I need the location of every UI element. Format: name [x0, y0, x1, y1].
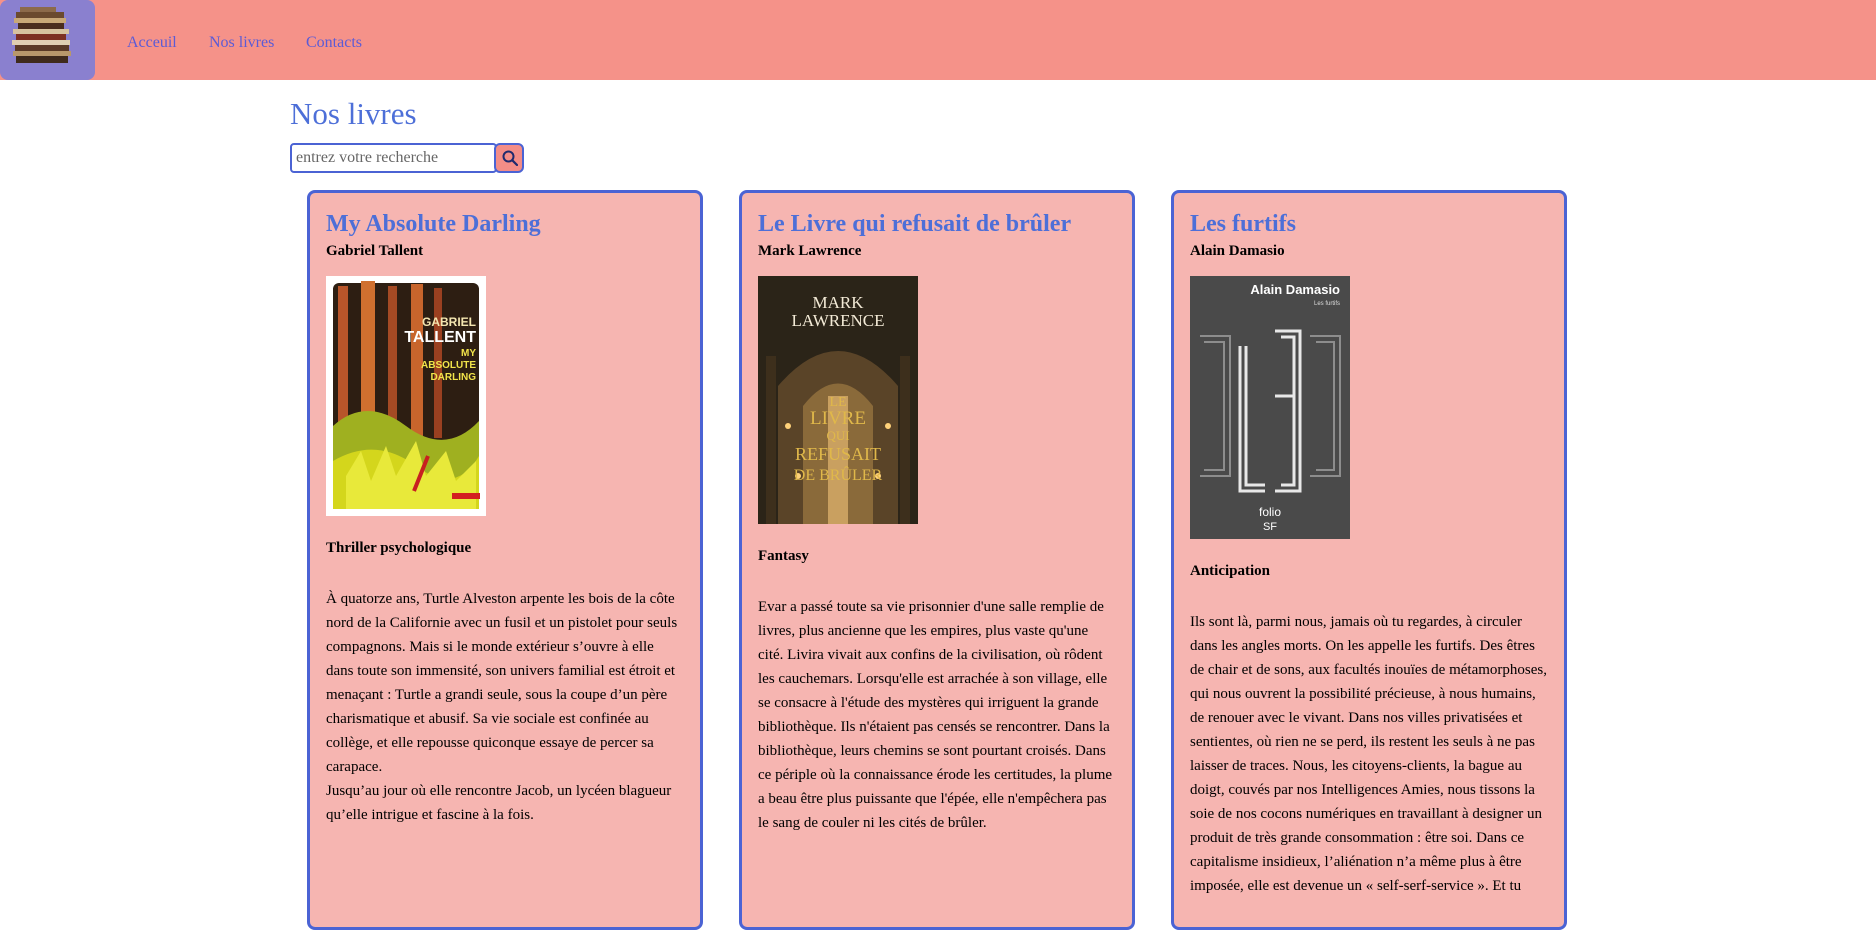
book-description: À quatorze ans, Turtle Alveston arpente … — [326, 591, 678, 775]
search-button[interactable] — [494, 143, 524, 173]
book-description: Evar a passé toute sa vie prisonnier d'u… — [758, 599, 1113, 831]
book-description: Ils sont là, parmi nous, jamais où tu re… — [1190, 614, 1547, 894]
svg-text:REFUSAIT: REFUSAIT — [795, 444, 881, 464]
svg-text:MARK: MARK — [812, 293, 864, 312]
svg-text:DARLING: DARLING — [430, 372, 476, 383]
svg-text:Les furtifs: Les furtifs — [1314, 301, 1340, 307]
book-genre: Thriller psychologique — [326, 540, 472, 556]
book-author: Alain Damasio — [1190, 243, 1285, 259]
book-card: My Absolute Darling Gabriel Tallent GABR… — [307, 190, 703, 930]
svg-text:folio: folio — [1259, 505, 1281, 519]
book-card: Les furtifs Alain Damasio Alain Damasio … — [1171, 190, 1567, 930]
book-cover: MARK LAWRENCE LE LIVRE QUI REFUSAIT DE B… — [758, 276, 1116, 529]
book-title[interactable]: My Absolute Darling — [326, 209, 684, 239]
search-icon — [502, 150, 518, 166]
svg-text:DE BRÛLER: DE BRÛLER — [794, 465, 883, 484]
book-card: Le Livre qui refusait de brûler Mark Law… — [739, 190, 1135, 930]
svg-text:ABSOLUTE: ABSOLUTE — [421, 360, 476, 371]
book-stack-icon — [12, 7, 71, 63]
book-genre: Fantasy — [758, 548, 809, 564]
book-cover: Alain Damasio Les furtifs folio SF — [1190, 276, 1548, 544]
svg-text:QUI: QUI — [826, 428, 849, 443]
navbar: Acceuil Nos livres Contacts — [0, 0, 1876, 80]
svg-text:LAWRENCE: LAWRENCE — [791, 311, 884, 330]
site-logo[interactable] — [0, 0, 95, 80]
svg-text:GABRIEL: GABRIEL — [422, 315, 476, 329]
book-genre: Anticipation — [1190, 563, 1271, 579]
svg-text:LIVRE: LIVRE — [810, 408, 866, 429]
page-title: Nos livres — [290, 96, 417, 131]
book-title[interactable]: Les furtifs — [1190, 209, 1548, 239]
svg-text:TALLENT: TALLENT — [404, 329, 476, 346]
book-description-continued: Jusqu’au jour où elle rencontre Jacob, u… — [326, 783, 672, 823]
svg-text:MY: MY — [461, 348, 476, 359]
search-input[interactable] — [290, 143, 497, 173]
book-cover: GABRIEL TALLENT MY ABSOLUTE DARLING — [326, 276, 684, 521]
book-author: Gabriel Tallent — [326, 243, 424, 259]
book-author: Mark Lawrence — [758, 243, 862, 259]
nav-link-contacts[interactable]: Contacts — [306, 34, 362, 52]
book-title[interactable]: Le Livre qui refusait de brûler — [758, 209, 1116, 239]
svg-text:SF: SF — [1263, 521, 1277, 533]
nav-link-nos-livres[interactable]: Nos livres — [209, 34, 274, 52]
svg-text:Alain Damasio: Alain Damasio — [1250, 282, 1340, 297]
nav-link-acceuil[interactable]: Acceuil — [127, 34, 177, 52]
